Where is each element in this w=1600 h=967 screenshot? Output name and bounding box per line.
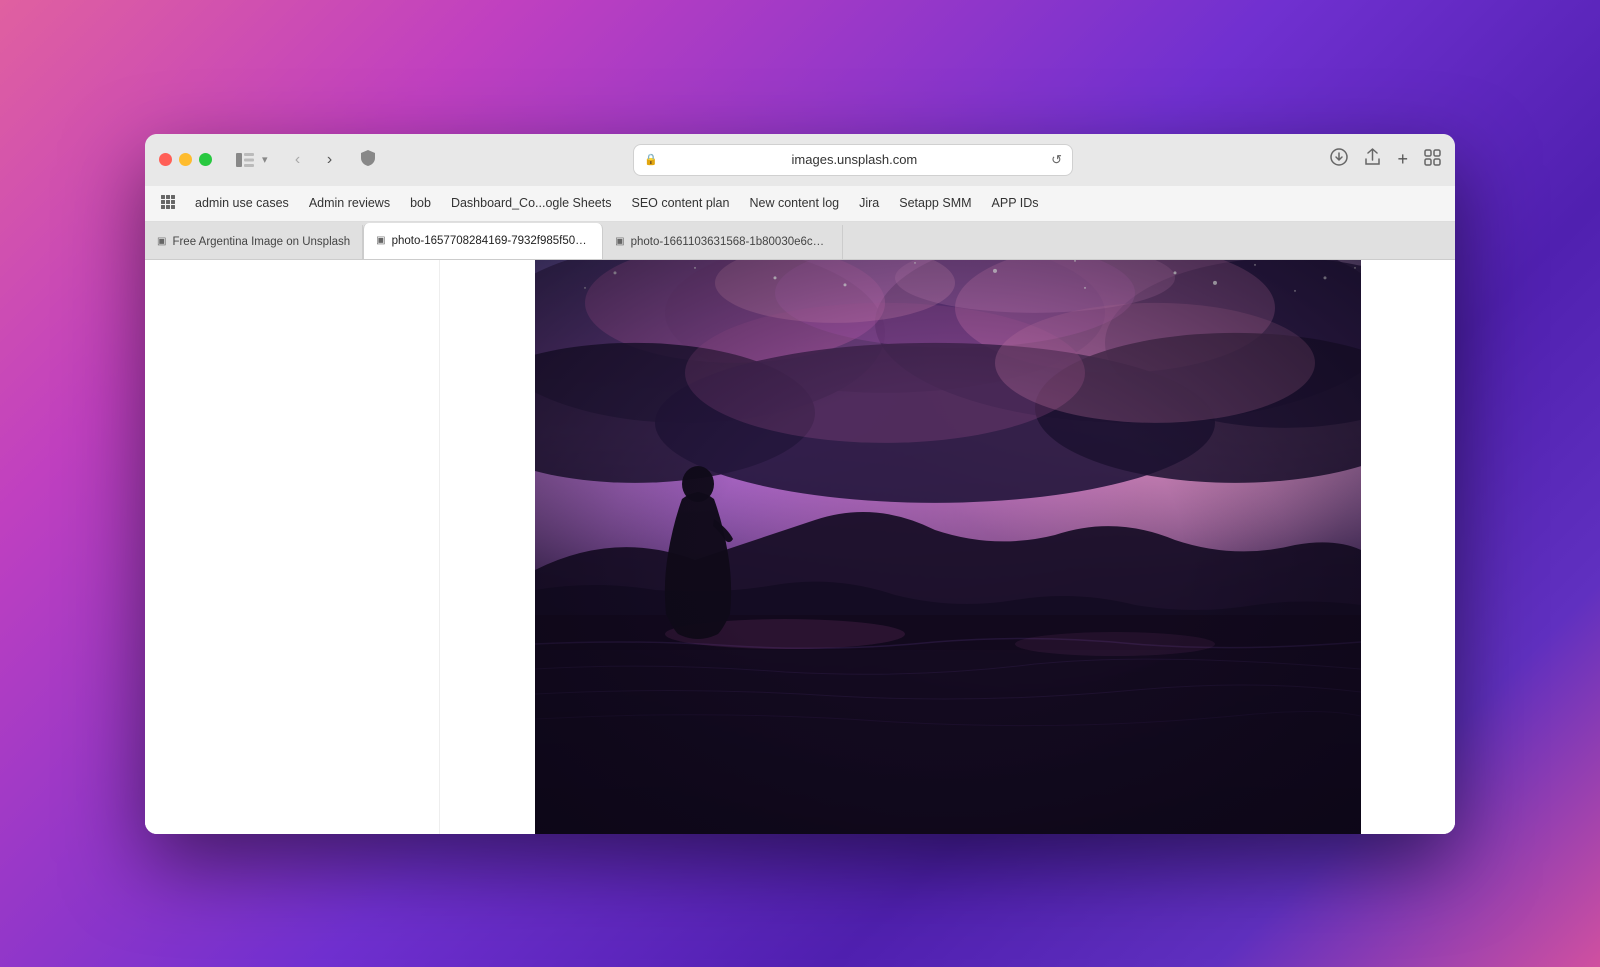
image-viewport bbox=[440, 260, 1455, 834]
tab-label-1: photo-1657708284169-7932f985f502 2 264x2… bbox=[392, 235, 591, 247]
toolbar-right: + bbox=[1330, 148, 1441, 171]
close-button[interactable] bbox=[159, 153, 172, 166]
title-bar: ▾ ‹ › 🔒 images.unsplash.com ↺ bbox=[145, 134, 1455, 186]
tab-2[interactable]: ▣ photo-1661103631568-1b80030e6ca6 871x5… bbox=[603, 225, 843, 259]
browser-window: ▾ ‹ › 🔒 images.unsplash.com ↺ bbox=[145, 134, 1455, 834]
refresh-icon[interactable]: ↺ bbox=[1051, 152, 1062, 168]
bookmarks-bar: admin use cases Admin reviews bob Dashbo… bbox=[145, 186, 1455, 222]
bookmark-setapp-smm[interactable]: Setapp SMM bbox=[891, 192, 979, 214]
forward-button[interactable]: › bbox=[316, 146, 344, 174]
tab-0[interactable]: ▣ Free Argentina Image on Unsplash bbox=[145, 225, 363, 259]
back-button[interactable]: ‹ bbox=[284, 146, 312, 174]
tab-favicon-1: ▣ bbox=[376, 235, 385, 246]
tab-1[interactable]: ▣ photo-1657708284169-7932f985f502 2 264… bbox=[363, 223, 603, 259]
address-bar-container: 🔒 images.unsplash.com ↺ bbox=[388, 144, 1319, 176]
bookmark-app-ids[interactable]: APP IDs bbox=[984, 192, 1047, 214]
maximize-button[interactable] bbox=[199, 153, 212, 166]
sidebar-toggle[interactable] bbox=[232, 147, 258, 173]
bookmark-new-content-log[interactable]: New content log bbox=[741, 192, 847, 214]
traffic-lights bbox=[159, 153, 212, 166]
nav-buttons: ‹ › bbox=[284, 146, 344, 174]
minimize-button[interactable] bbox=[179, 153, 192, 166]
tab-favicon-2: ▣ bbox=[615, 236, 624, 247]
person-silhouette bbox=[658, 464, 738, 644]
download-icon[interactable] bbox=[1330, 148, 1348, 171]
tabs-bar: ▣ Free Argentina Image on Unsplash ▣ pho… bbox=[145, 222, 1455, 260]
shield-icon[interactable] bbox=[360, 149, 376, 170]
url-text: images.unsplash.com bbox=[664, 152, 1045, 167]
bookmark-dashboard[interactable]: Dashboard_Co...ogle Sheets bbox=[443, 192, 620, 214]
new-tab-icon[interactable]: + bbox=[1397, 149, 1408, 170]
water-layer bbox=[535, 615, 1361, 833]
bookmark-seo-content-plan[interactable]: SEO content plan bbox=[623, 192, 737, 214]
bookmark-admin-reviews[interactable]: Admin reviews bbox=[301, 192, 398, 214]
tab-label-2: photo-1661103631568-1b80030e6ca6 871x580… bbox=[631, 236, 831, 248]
bookmark-jira[interactable]: Jira bbox=[851, 192, 887, 214]
photo-container bbox=[535, 260, 1361, 834]
sidebar-panel bbox=[145, 260, 440, 834]
apps-icon[interactable] bbox=[161, 195, 175, 212]
bookmark-bob[interactable]: bob bbox=[402, 192, 439, 214]
tab-label-0: Free Argentina Image on Unsplash bbox=[172, 236, 350, 248]
lock-icon: 🔒 bbox=[644, 153, 658, 166]
address-bar[interactable]: 🔒 images.unsplash.com ↺ bbox=[633, 144, 1073, 176]
tab-favicon-0: ▣ bbox=[157, 236, 166, 247]
main-content bbox=[145, 260, 1455, 834]
chevron-down-icon[interactable]: ▾ bbox=[262, 153, 268, 166]
tab-overview-icon[interactable] bbox=[1424, 149, 1441, 171]
share-icon[interactable] bbox=[1364, 148, 1381, 171]
bookmark-admin-use-cases[interactable]: admin use cases bbox=[187, 192, 297, 214]
